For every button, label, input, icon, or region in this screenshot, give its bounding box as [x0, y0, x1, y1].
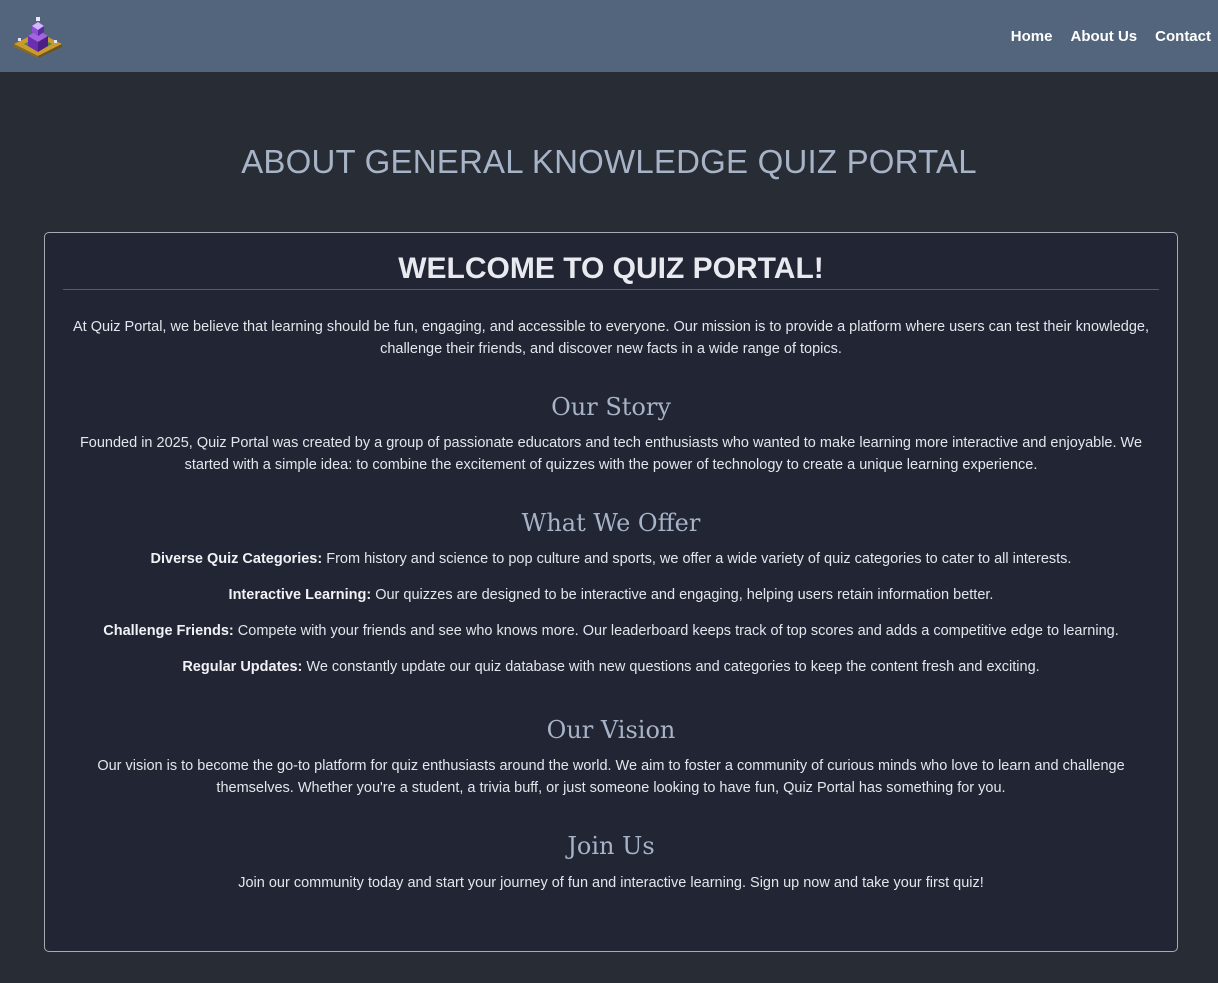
offer-item-diverse-categories: Diverse Quiz Categories: From history an… — [63, 548, 1159, 570]
join-us-paragraph: Join our community today and start your … — [238, 875, 984, 891]
intro-paragraph: At Quiz Portal, we believe that learning… — [72, 319, 1149, 357]
about-card: WELCOME TO QUIZ PORTAL! At Quiz Portal, … — [44, 232, 1178, 952]
nav-links: Home About Us Contact — [1011, 28, 1218, 45]
our-story-heading: Our Story — [551, 393, 671, 421]
nav-link-contact[interactable]: Contact — [1155, 28, 1211, 45]
our-vision-heading: Our Vision — [546, 716, 676, 744]
what-we-offer-heading: What We Offer — [521, 509, 701, 537]
our-story-paragraph: Founded in 2025, Quiz Portal was created… — [79, 435, 1143, 473]
navbar: Home About Us Contact — [0, 0, 1218, 72]
offer-item-text: Compete with your friends and see who kn… — [233, 623, 1119, 639]
offer-item-label: Regular Updates: — [182, 659, 303, 675]
heading-divider — [63, 289, 1159, 290]
nav-link-home[interactable]: Home — [1011, 28, 1053, 45]
nav-link-about-us[interactable]: About Us — [1070, 28, 1137, 45]
offer-item-label: Diverse Quiz Categories: — [150, 551, 323, 567]
offer-item-text: Our quizzes are designed to be interacti… — [371, 587, 994, 603]
offer-item-label: Interactive Learning: — [228, 587, 372, 603]
quiz-cube-logo-icon — [14, 17, 62, 58]
our-vision-paragraph: Our vision is to become the go-to platfo… — [97, 758, 1125, 796]
offer-item-text: We constantly update our quiz database w… — [302, 659, 1040, 675]
join-us-heading: Join Us — [567, 832, 655, 860]
offer-item-interactive-learning: Interactive Learning: Our quizzes are de… — [63, 584, 1159, 606]
offer-item-text: From history and science to pop culture … — [322, 551, 1072, 567]
offer-item-challenge-friends: Challenge Friends: Compete with your fri… — [63, 620, 1159, 642]
offer-item-label: Challenge Friends: — [103, 623, 234, 639]
page-title: ABOUT GENERAL KNOWLEDGE QUIZ PORTAL — [241, 143, 977, 180]
welcome-heading: WELCOME TO QUIZ PORTAL! — [398, 252, 824, 285]
logo-link[interactable] — [10, 14, 66, 58]
offer-item-regular-updates: Regular Updates: We constantly update ou… — [63, 656, 1159, 678]
